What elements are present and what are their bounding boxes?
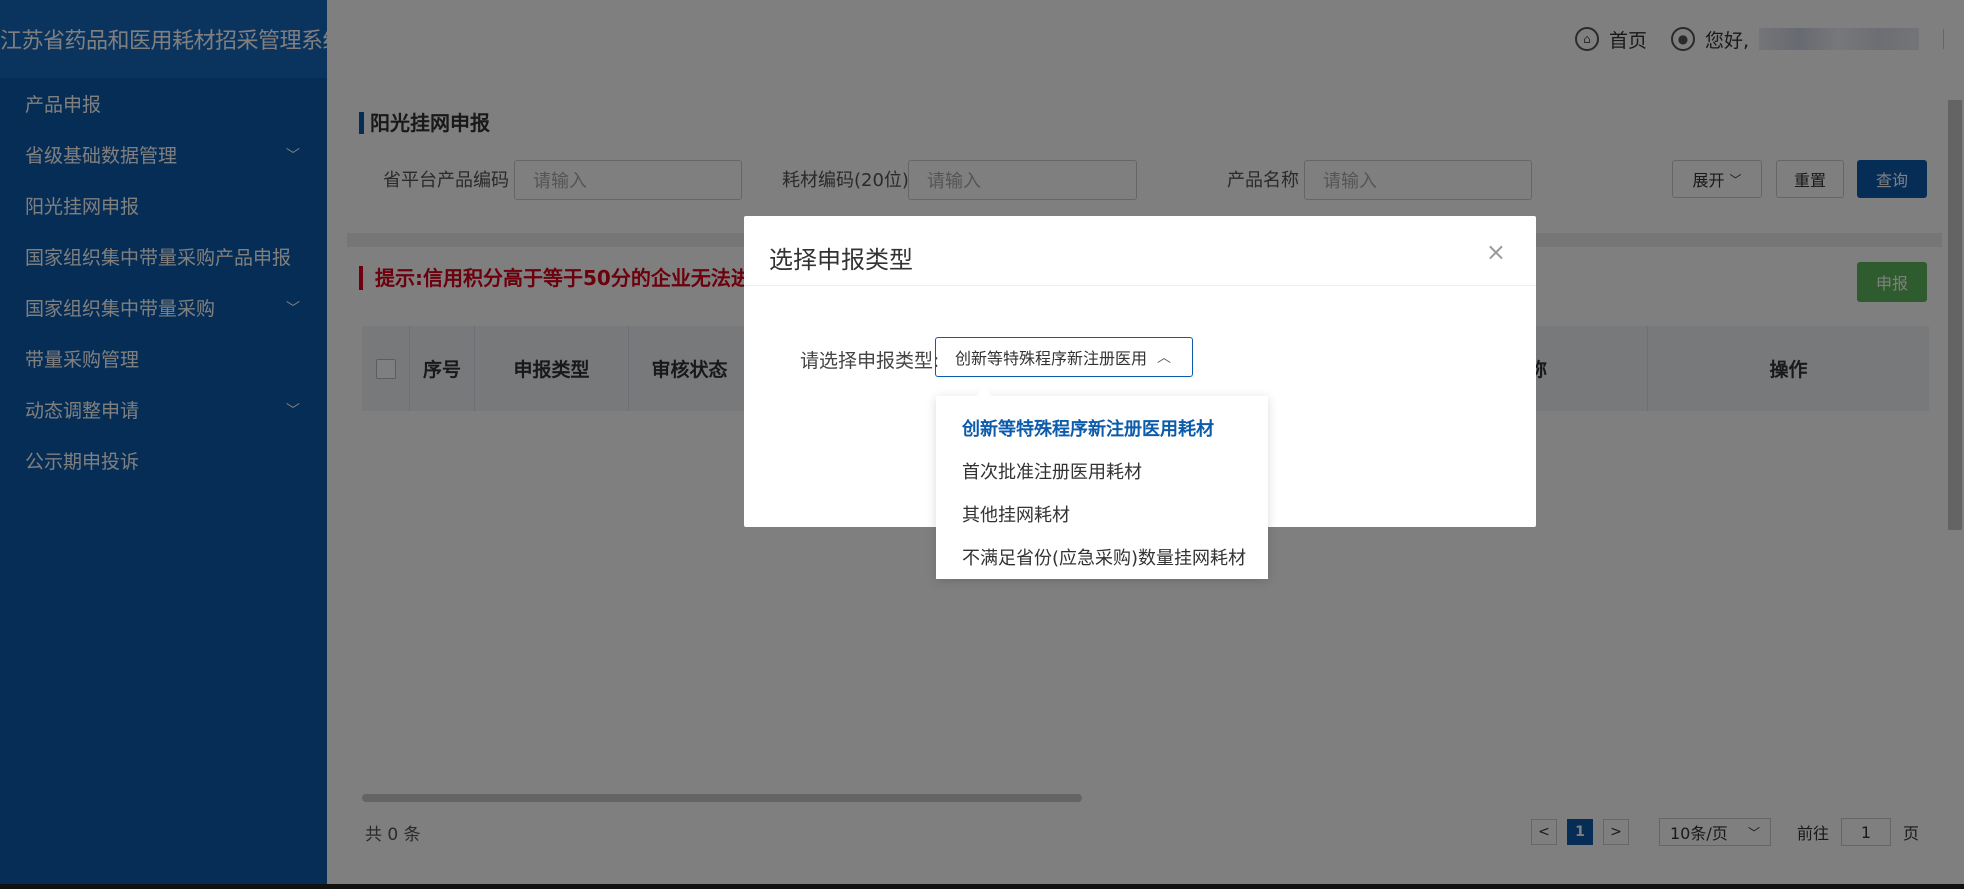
- close-icon[interactable]: ×: [1486, 238, 1506, 266]
- chevron-up-icon: ︿: [1157, 350, 1172, 366]
- dropdown-option[interactable]: 其他挂网耗材: [936, 492, 1268, 535]
- bottom-edge: [0, 884, 1964, 889]
- declare-type-label: 请选择申报类型:: [800, 350, 940, 372]
- dialog-title: 选择申报类型: [769, 246, 913, 274]
- dropdown-option[interactable]: 不满足省份(应急采购)数量挂网耗材: [936, 535, 1268, 578]
- divider: [744, 285, 1536, 286]
- dropdown-option[interactable]: 首次批准注册医用耗材: [936, 449, 1268, 492]
- declare-type-select[interactable]: 创新等特殊程序新注册医用 ︿: [935, 337, 1193, 377]
- declare-type-dropdown: 创新等特殊程序新注册医用耗材 首次批准注册医用耗材 其他挂网耗材 不满足省份(应…: [936, 388, 1268, 579]
- dropdown-option[interactable]: 创新等特殊程序新注册医用耗材: [936, 406, 1268, 449]
